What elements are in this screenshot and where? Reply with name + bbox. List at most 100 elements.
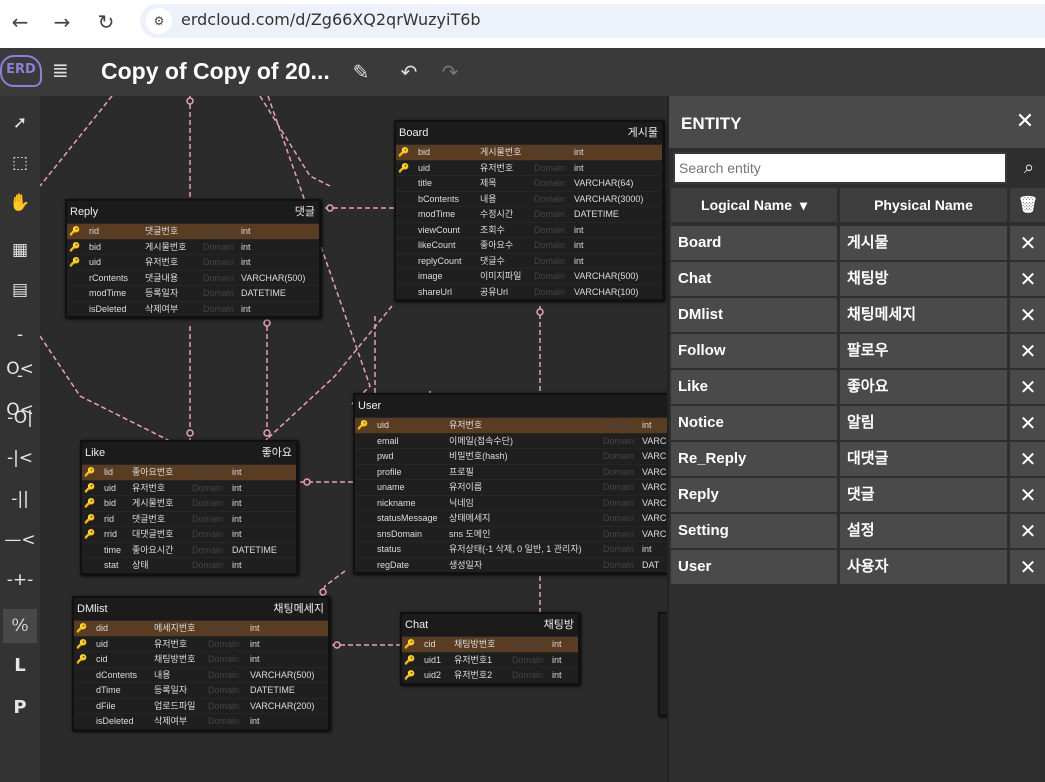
table-row[interactable]: stat 상태 Domain int xyxy=(82,557,296,573)
delete-entity-icon[interactable]: ✕ xyxy=(1010,226,1045,260)
table-row[interactable]: regDate 생성일자 Domain DAT xyxy=(355,556,668,573)
table-row[interactable]: profile 프로필 Domain VARC xyxy=(355,463,668,480)
table-row[interactable]: 🔑 uid 유저번호 Domain int xyxy=(74,635,328,652)
table-row[interactable]: uname 유저이름 Domain VARC xyxy=(355,479,668,495)
entity-logical-name[interactable]: Chat xyxy=(671,262,837,296)
delete-entity-icon[interactable]: ✕ xyxy=(1010,262,1045,296)
delete-entity-icon[interactable]: ✕ xyxy=(1010,406,1045,440)
entity-logical-name[interactable]: Re_Reply xyxy=(671,442,837,476)
reload-icon[interactable]: ↻ xyxy=(92,8,120,36)
table-chat[interactable]: Chat 채팅방 🔑 cid 채팅방번호 Domain int 🔑 uid1 유저번호1 Dom… xyxy=(400,612,580,685)
table-row[interactable]: dTime 등록일자 Domain DATETIME xyxy=(74,682,328,698)
entity-logical-name[interactable]: Follow xyxy=(671,334,837,368)
table-board[interactable]: Board 게시물 🔑 bid 게시물번호 Domain int 🔑 uid 유저번호 Doma… xyxy=(394,120,664,301)
document-title[interactable]: Copy of Copy of 20... xyxy=(101,58,330,85)
table-row[interactable]: 🔑 bid 게시물번호 Domain int xyxy=(396,144,662,160)
forward-icon[interactable]: → xyxy=(48,8,76,36)
table-row[interactable]: isDeleted 삭제여부 Domain int xyxy=(67,300,319,317)
table-row[interactable]: 🔑 bid 게시물번호 Domain int xyxy=(67,238,319,255)
table-row[interactable]: 🔑 uid1 유저번호1 Domain int xyxy=(402,651,578,668)
table-row[interactable]: likeCount 좋아요수 Domain int xyxy=(396,237,662,253)
entity-logical-name[interactable]: Board xyxy=(671,226,837,260)
trash-icon[interactable]: 🗑 xyxy=(1010,188,1045,222)
table-row[interactable]: 🔑 uid 유저번호 Domain int xyxy=(67,254,319,270)
entity-physical-name[interactable]: 대댓글 xyxy=(840,442,1007,476)
table-row[interactable]: rContents 댓글내용 Domain VARCHAR(500) xyxy=(67,269,319,286)
table-row[interactable]: dFile 업로드파일 Domain VARCHAR(200) xyxy=(74,697,328,714)
table-row[interactable]: 🔑 bid 게시물번호 Domain int xyxy=(82,495,296,511)
table-row[interactable]: 🔑 uid2 유저번호2 Domain int xyxy=(402,667,578,683)
search-input[interactable] xyxy=(673,152,1007,184)
entity-physical-name[interactable]: 게시물 xyxy=(840,226,1007,260)
delete-entity-icon[interactable]: ✕ xyxy=(1010,298,1045,332)
entity-logical-name[interactable]: Reply xyxy=(671,478,837,512)
marquee-tool-icon[interactable]: ⬚ xyxy=(3,146,37,180)
erd-canvas[interactable]: Board 게시물 🔑 bid 게시물번호 Domain int 🔑 uid 유저번호 Doma… xyxy=(40,96,668,782)
rel-zero-one-tool-icon[interactable]: -O| xyxy=(3,401,37,435)
table-row[interactable]: snsDomain sns 도메인 Domain VARC xyxy=(355,525,668,542)
table-reply[interactable]: Reply 댓글 🔑 rid 댓글번호 Domain int 🔑 bid 게시물번호 Domai… xyxy=(65,199,321,318)
entity-physical-name[interactable]: 채팅메세지 xyxy=(840,298,1007,332)
hand-tool-icon[interactable]: ✋ xyxy=(3,186,37,220)
table-row[interactable]: 🔑 lid 좋아요번호 Domain int xyxy=(82,464,296,480)
table-row[interactable]: bContents 내용 Domain VARCHAR(3000) xyxy=(396,190,662,207)
table-row[interactable]: dContents 내용 Domain VARCHAR(500) xyxy=(74,666,328,683)
rel-many-tool-icon[interactable]: —< xyxy=(3,523,37,557)
entity-physical-name[interactable]: 설정 xyxy=(840,514,1007,548)
table-row[interactable]: email 이메일(접속수단) Domain VARC xyxy=(355,432,668,449)
table-dmlist[interactable]: DMlist 채팅메세지 🔑 did 메세지번호 Domain int 🔑 uid 유저번호 D… xyxy=(72,596,330,731)
table-row[interactable]: status 유저상태(-1 삭제, 0 일반, 1 관리자) Domain int xyxy=(355,541,668,557)
entity-physical-name[interactable]: 팔로우 xyxy=(840,334,1007,368)
table-row[interactable]: isDeleted 삭제여부 Domain int xyxy=(74,713,328,729)
table-row[interactable]: 🔑 rrid 대댓글번호 Domain int xyxy=(82,526,296,542)
table-row[interactable]: 🔑 uid 유저번호 Domain int xyxy=(82,479,296,496)
entity-physical-name[interactable]: 좋아요 xyxy=(840,370,1007,404)
table-row[interactable]: statusMessage 상태메세지 Domain VARC xyxy=(355,510,668,526)
rel-zero-many-tool-icon[interactable]: -O< xyxy=(3,359,37,420)
table-row[interactable]: time 좋아요시간 Domain DATETIME xyxy=(82,541,296,558)
table-row[interactable]: 🔑 cid 채팅방번호 Domain int xyxy=(74,651,328,667)
table-row[interactable]: viewCount 조회수 Domain int xyxy=(396,221,662,238)
entity-logical-name[interactable]: Like xyxy=(671,370,837,404)
delete-entity-icon[interactable]: ✕ xyxy=(1010,478,1045,512)
table-row[interactable]: title 제목 Domain VARCHAR(64) xyxy=(396,175,662,191)
note-tool-icon[interactable]: ▤ xyxy=(3,273,37,307)
logical-physical-toggle-icon[interactable]: ⁰⁄₀ xyxy=(3,609,37,643)
erd-logo[interactable]: ERD xyxy=(0,55,42,87)
table-user[interactable]: User 🔑 uid 유저번호 Domain int email 이메일(접속수단) Doma… xyxy=(353,393,668,574)
table-row[interactable]: pwd 비밀번호(hash) Domain VARC xyxy=(355,448,668,464)
books-icon[interactable]: ≣ xyxy=(52,58,78,82)
table-row[interactable]: 🔑 rid 댓글번호 Domain int xyxy=(67,223,319,239)
undo-icon[interactable]: ↶ xyxy=(395,58,423,86)
entity-physical-name[interactable]: 채팅방 xyxy=(840,262,1007,296)
rel-one-many-tool-icon[interactable]: -|< xyxy=(3,441,37,475)
entity-physical-name[interactable]: 사용자 xyxy=(840,550,1007,584)
table-row[interactable]: 🔑 did 메세지번호 Domain int xyxy=(74,620,328,636)
entity-physical-name[interactable]: 댓글 xyxy=(840,478,1007,512)
delete-entity-icon[interactable]: ✕ xyxy=(1010,334,1045,368)
table-row[interactable]: 🔑 uid 유저번호 Domain int xyxy=(355,417,668,433)
entity-logical-name[interactable]: Setting xyxy=(671,514,837,548)
site-settings-icon[interactable]: ⚙ xyxy=(146,8,172,34)
url-text[interactable]: erdcloud.com/d/Zg66XQ2qrWuzyiT6b xyxy=(181,10,481,29)
logical-name-column-header[interactable]: Logical Name ▾ xyxy=(671,188,837,222)
logical-view-button-icon[interactable]: L xyxy=(3,649,37,683)
back-icon[interactable]: ← xyxy=(6,8,34,36)
close-icon[interactable]: ✕ xyxy=(1011,108,1039,136)
table-row[interactable]: 🔑 rid 댓글번호 Domain int xyxy=(82,510,296,527)
select-tool-icon[interactable]: ➚ xyxy=(3,106,37,140)
entity-logical-name[interactable]: Notice xyxy=(671,406,837,440)
delete-entity-icon[interactable]: ✕ xyxy=(1010,514,1045,548)
edit-title-icon[interactable]: ✎ xyxy=(347,58,375,86)
delete-entity-icon[interactable]: ✕ xyxy=(1010,550,1045,584)
rel-one-to-zero-many-tool-icon[interactable]: -O< xyxy=(3,318,37,379)
rel-one-one-tool-icon[interactable]: -|| xyxy=(3,482,37,516)
physical-name-column-header[interactable]: Physical Name xyxy=(840,188,1007,222)
delete-entity-icon[interactable]: ✕ xyxy=(1010,442,1045,476)
table-row[interactable]: 🔑 cid 채팅방번호 Domain int xyxy=(402,636,578,652)
entity-logical-name[interactable]: User xyxy=(671,550,837,584)
search-icon[interactable]: ⌕ xyxy=(1013,152,1045,184)
entity-logical-name[interactable]: DMlist xyxy=(671,298,837,332)
table-tool-icon[interactable]: ▦ xyxy=(3,233,37,267)
table-row[interactable]: image 이미지파일 Domain VARCHAR(500) xyxy=(396,268,662,284)
